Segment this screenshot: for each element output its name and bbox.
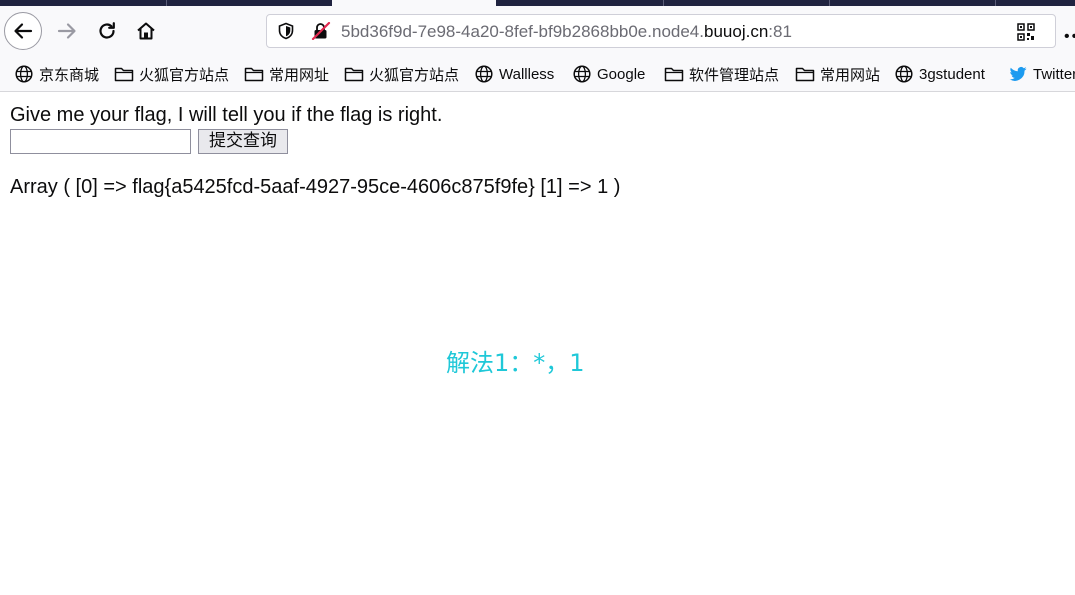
home-button[interactable] (131, 15, 161, 47)
qr-code-icon[interactable] (1017, 23, 1035, 41)
globe-icon (15, 65, 33, 83)
forward-arrow-icon (57, 23, 76, 39)
flag-form: 提交查询 (10, 129, 620, 154)
bookmark-item[interactable]: 3gstudent (894, 64, 985, 84)
forward-button[interactable] (52, 15, 82, 47)
bookmark-label: 常用网址 (269, 66, 330, 84)
bookmark-label: 火狐官方站点 (369, 66, 460, 84)
url-prefix: 5bd36f9d-7e98-4a20-8fef-bf9b2868bb0e.nod… (341, 22, 704, 41)
folder-icon (244, 67, 264, 82)
bookmark-label: Twitter (1033, 65, 1075, 83)
globe-icon (475, 65, 493, 83)
bookmark-folder[interactable]: 常用网址 (244, 64, 329, 84)
submit-query-button[interactable]: 提交查询 (198, 129, 288, 154)
folder-icon (344, 67, 364, 82)
solution-annotation: 解法1：*，1 (446, 349, 585, 377)
url-port: :81 (768, 22, 792, 41)
bookmark-label: Wallless (499, 65, 555, 83)
folder-icon (795, 67, 815, 82)
globe-icon (573, 65, 591, 83)
bookmark-label: 京东商城 (39, 66, 100, 84)
overflow-menu-icon[interactable]: •• (1064, 28, 1075, 46)
query-result: Array ( [0] => flag{a5425fcd-5aaf-4927-9… (10, 176, 621, 198)
globe-icon (895, 65, 913, 83)
bookmark-folder[interactable]: 火狐官方站点 (114, 64, 229, 84)
bookmark-folder[interactable]: 软件管理站点 (664, 64, 779, 84)
navigation-toolbar: 5bd36f9d-7e98-4a20-8fef-bf9b2868bb0e.nod… (0, 6, 1075, 56)
bookmark-folder[interactable]: 火狐官方站点 (344, 64, 459, 84)
bookmark-label: 常用网站 (820, 66, 881, 84)
bookmark-item[interactable]: 京东商城 (14, 64, 99, 84)
reload-icon (99, 22, 115, 39)
folder-icon (664, 67, 684, 82)
bookmark-item[interactable]: Google (572, 64, 645, 84)
url-text[interactable]: 5bd36f9d-7e98-4a20-8fef-bf9b2868bb0e.nod… (341, 22, 792, 42)
bookmark-label: 火狐官方站点 (139, 66, 230, 84)
twitter-bird-icon (1009, 66, 1027, 81)
reload-button[interactable] (92, 15, 122, 47)
bookmark-label: Google (597, 65, 646, 83)
url-host: buuoj.cn (704, 22, 769, 41)
flag-prompt: Give me your flag, I will tell you if th… (10, 104, 443, 126)
insecure-lock-icon[interactable] (311, 22, 331, 40)
back-button[interactable] (4, 12, 42, 50)
bookmark-label: 3gstudent (919, 65, 985, 83)
url-bar[interactable]: 5bd36f9d-7e98-4a20-8fef-bf9b2868bb0e.nod… (266, 14, 1056, 48)
bookmark-item[interactable]: Wallless (474, 64, 554, 84)
bookmark-label: 软件管理站点 (689, 66, 780, 84)
bookmark-folder[interactable]: 常用网站 (795, 64, 880, 84)
bookmarks-toolbar: 京东商城 火狐官方站点 常用网址 火狐官方站点 Wallless Google … (0, 56, 1075, 92)
tracking-shield-icon[interactable] (277, 22, 295, 40)
bookmark-item[interactable]: Twitter (1008, 64, 1075, 84)
folder-icon (114, 67, 134, 82)
back-arrow-icon (14, 23, 33, 39)
page-content: Give me your flag, I will tell you if th… (10, 103, 620, 199)
flag-input[interactable] (10, 129, 191, 154)
home-icon (137, 22, 155, 40)
